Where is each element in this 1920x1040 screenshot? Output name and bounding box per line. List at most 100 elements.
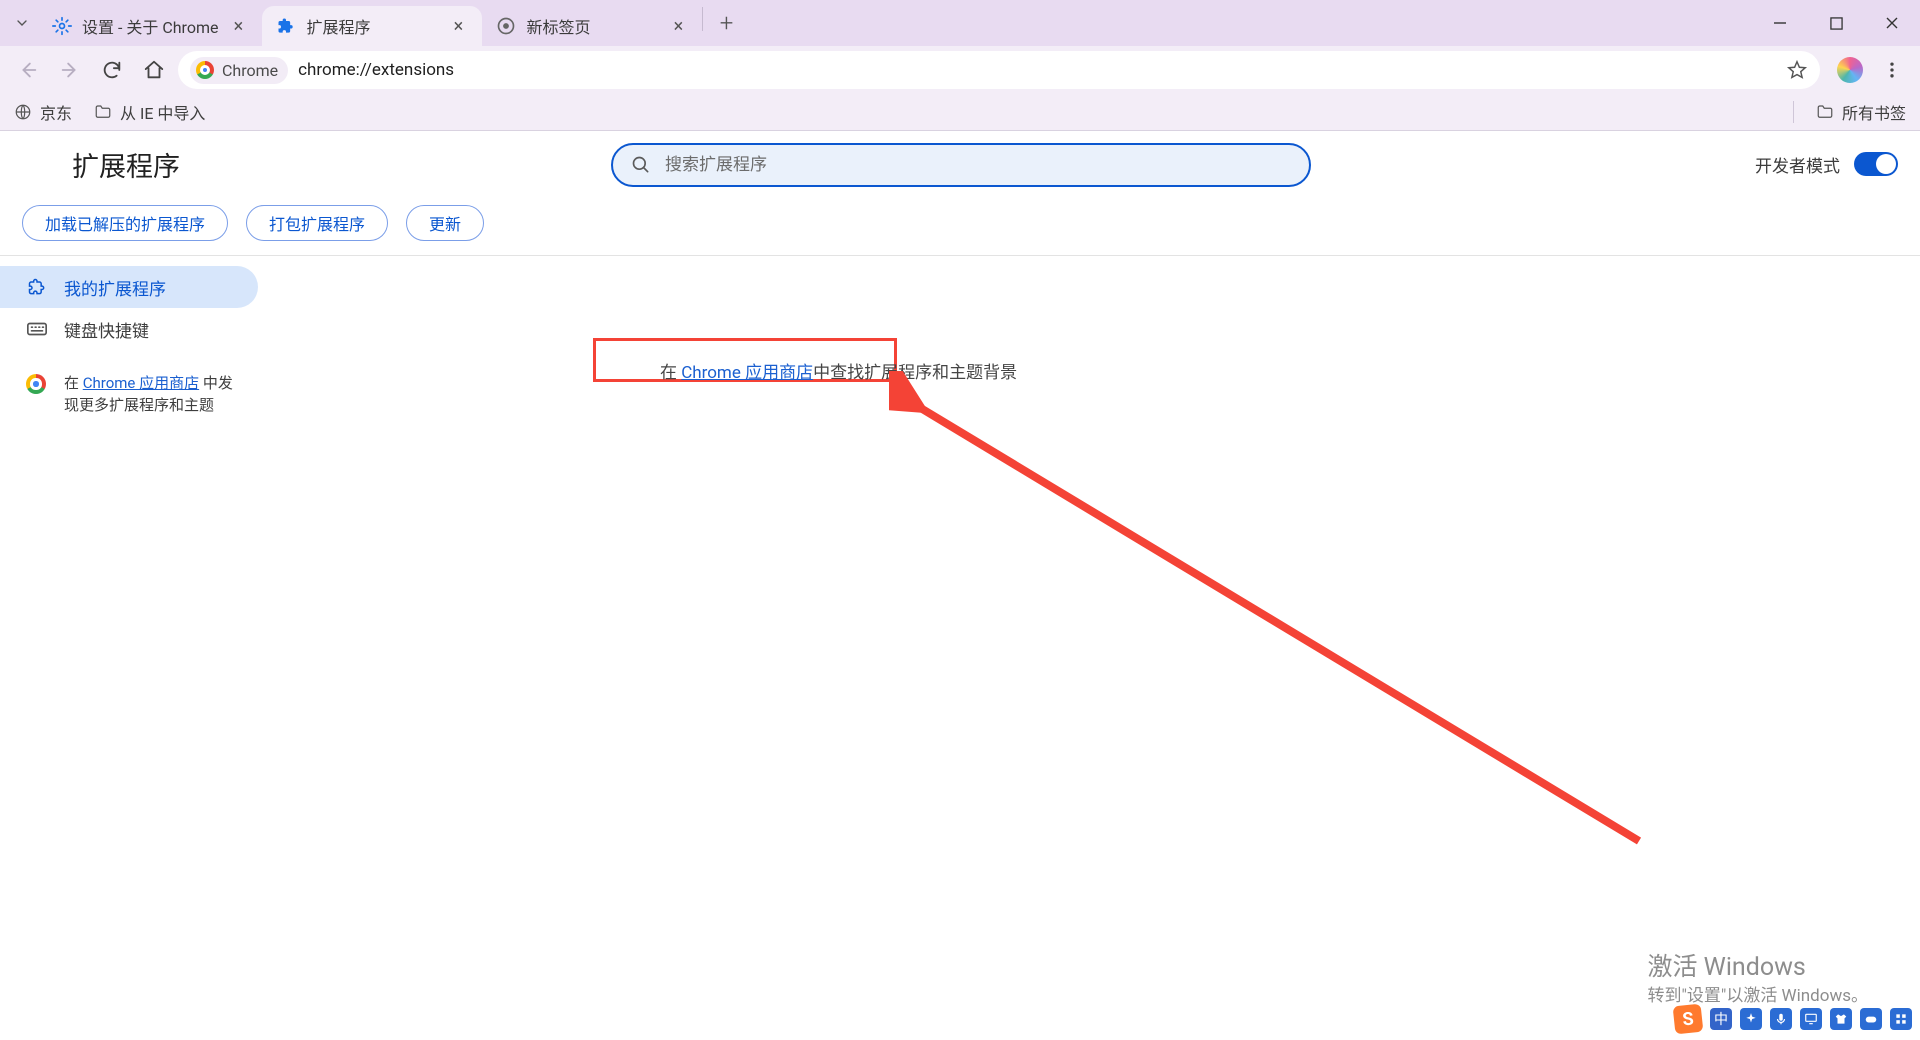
nav-back-button[interactable] [10,52,46,88]
sidebar-item-keyboard-shortcuts[interactable]: 键盘快捷键 [0,308,258,350]
new-tab-button[interactable]: + [709,6,743,40]
chrome-webstore-link[interactable]: Chrome 应用商店 [83,374,199,392]
tab-close-button[interactable]: × [228,16,248,36]
extensions-search-field[interactable] [611,143,1311,187]
omnibox-url: chrome://extensions [298,60,454,80]
extensions-content: 在 Chrome 应用商店中查找扩展程序和主题背景 [258,256,1920,416]
extensions-search-input[interactable] [663,154,1291,176]
keyboard-icon [26,318,48,340]
window-close-button[interactable] [1864,3,1920,43]
bookmark-label: 所有书签 [1842,100,1906,124]
reload-icon [101,59,123,81]
window-minimize-button[interactable] [1752,3,1808,43]
developer-mode-label: 开发者模式 [1755,152,1840,177]
extensions-actions-row: 加载已解压的扩展程序 打包扩展程序 更新 [0,197,1920,256]
tab-separator [702,7,703,31]
tray-grid-icon[interactable] [1890,1008,1912,1030]
windows-activation-watermark: 激活 Windows 转到"设置"以激活 Windows。 [1647,952,1868,1007]
watermark-line1: 激活 Windows [1647,952,1868,985]
sidebar-webstore-hint: 在 Chrome 应用商店 中发现更多扩展程序和主题 [0,350,258,416]
tabs-container: 设置 - 关于 Chrome × 扩展程序 × 新标签页 × + [38,0,743,46]
ime-language-button[interactable]: 中 [1710,1008,1732,1030]
tray-gamepad-icon[interactable] [1860,1008,1882,1030]
chrome-logo-icon [22,148,54,180]
tray-mic-icon[interactable] [1770,1008,1792,1030]
extensions-header: 扩展程序 开发者模式 [0,131,1920,197]
sidebar-item-label: 我的扩展程序 [64,275,166,300]
tray-icon[interactable] [1740,1008,1762,1030]
grid-icon [1894,1012,1908,1026]
puzzle-piece-icon [26,276,48,298]
tab-new-tab-page[interactable]: 新标签页 × [482,6,702,46]
chrome-newtab-icon [496,16,516,36]
home-icon [143,59,165,81]
kebab-menu-icon [1882,60,1902,80]
tab-extensions[interactable]: 扩展程序 × [262,6,482,46]
nav-forward-button[interactable] [52,52,88,88]
bookmarks-bar: 京东 从 IE 中导入 所有书签 [0,94,1920,131]
omnibox-chip-label: Chrome [222,61,278,80]
extensions-body: 我的扩展程序 键盘快捷键 在 Chrome 应用商店 中发现更多扩展程序和主题 [0,256,1920,416]
extensions-sidebar: 我的扩展程序 键盘快捷键 在 Chrome 应用商店 中发现更多扩展程序和主题 [0,256,258,416]
bookmark-folder-ie-import[interactable]: 从 IE 中导入 [94,100,205,124]
star-icon [1786,59,1808,81]
tab-settings-about-chrome[interactable]: 设置 - 关于 Chrome × [38,6,262,46]
tab-title: 设置 - 关于 Chrome [82,14,218,38]
sparkle-icon [1744,1012,1758,1026]
browser-tabstrip: 设置 - 关于 Chrome × 扩展程序 × 新标签页 × + [0,0,1920,46]
tray-display-icon[interactable] [1800,1008,1822,1030]
sogou-ime-icon[interactable]: S [1673,1004,1704,1035]
empty-state-message: 在 Chrome 应用商店中查找扩展程序和主题背景 [660,358,1017,383]
developer-mode-toggle-row: 开发者模式 [1755,131,1898,197]
profile-avatar-button[interactable] [1832,52,1868,88]
extensions-page: 扩展程序 开发者模式 加载已解压的扩展程序 打包扩展程序 更新 我的扩展程序 [0,131,1920,1040]
monitor-icon [1804,1012,1818,1026]
nav-reload-button[interactable] [94,52,130,88]
pack-extension-button[interactable]: 打包扩展程序 [246,205,388,241]
folder-icon [94,103,112,121]
bookmark-star-button[interactable] [1786,59,1808,81]
omnibox[interactable]: Chrome chrome://extensions [178,51,1820,89]
update-extensions-button[interactable]: 更新 [406,205,484,241]
developer-mode-toggle[interactable] [1854,152,1898,176]
chrome-icon [196,61,214,79]
globe-icon [14,103,32,121]
close-icon [1885,16,1899,30]
folder-icon [1816,103,1834,121]
sidebar-webstore-text: 在 Chrome 应用商店 中发现更多扩展程序和主题 [64,372,234,416]
sidebar-item-my-extensions[interactable]: 我的扩展程序 [0,266,258,308]
window-maximize-button[interactable] [1808,3,1864,43]
puzzle-piece-icon [276,16,296,36]
nav-home-button[interactable] [136,52,172,88]
window-controls [1752,0,1920,46]
gamepad-icon [1864,1012,1878,1026]
tshirt-icon [1834,1012,1848,1026]
tab-close-button[interactable]: × [668,16,688,36]
tab-title: 扩展程序 [306,14,438,38]
mic-icon [1774,1012,1788,1026]
search-icon [631,155,651,175]
sidebar-item-label: 键盘快捷键 [64,317,149,342]
browser-toolbar: Chrome chrome://extensions [0,46,1920,94]
page-title: 扩展程序 [72,145,180,184]
bookmarks-separator [1793,101,1794,123]
tab-title: 新标签页 [526,14,658,38]
tray-tshirt-icon[interactable] [1830,1008,1852,1030]
system-tray: S 中 [1674,1005,1912,1033]
chrome-webstore-icon [26,374,46,394]
watermark-line2: 转到"设置"以激活 Windows。 [1647,985,1868,1007]
bookmark-jd[interactable]: 京东 [14,100,72,124]
arrow-right-icon [59,59,81,81]
tabstrip-overflow-button[interactable] [6,7,38,39]
maximize-icon [1830,17,1843,30]
load-unpacked-button[interactable]: 加载已解压的扩展程序 [22,205,228,241]
chrome-webstore-link[interactable]: Chrome 应用商店 [681,363,813,383]
chevron-down-icon [14,15,30,31]
gear-icon [52,16,72,36]
omnibox-security-chip[interactable]: Chrome [190,57,288,84]
bookmark-label: 京东 [40,100,72,124]
bookmark-all-bookmarks[interactable]: 所有书签 [1816,100,1906,124]
browser-menu-button[interactable] [1874,52,1910,88]
minimize-icon [1773,16,1787,30]
tab-close-button[interactable]: × [448,16,468,36]
